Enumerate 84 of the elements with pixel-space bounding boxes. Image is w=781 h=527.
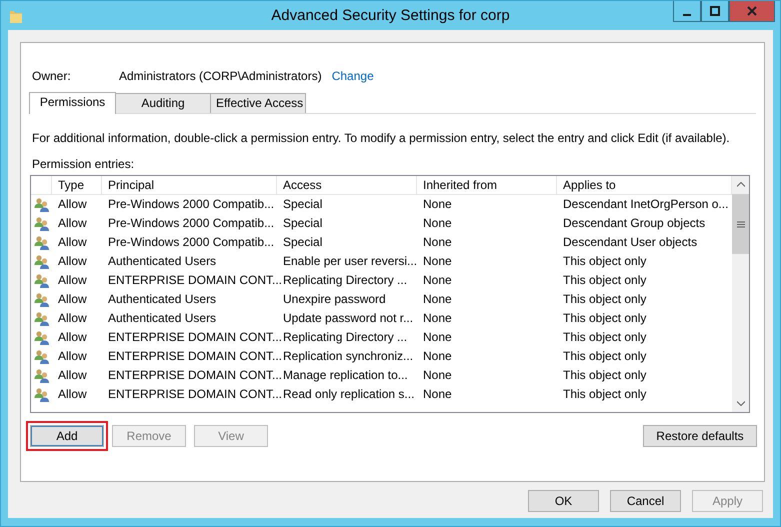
table-cell-text: This object only (562, 272, 648, 289)
users-icon (34, 216, 50, 232)
table-cell-text: This object only (562, 367, 648, 384)
table-cell-text: Allow (57, 253, 88, 270)
minimize-button[interactable] (673, 1, 701, 22)
table-cell-text: Pre-Windows 2000 Compatib... (107, 234, 276, 251)
table-cell-text: None (422, 310, 453, 327)
column-header[interactable]: Access (277, 176, 417, 195)
table-cell-text: None (422, 367, 453, 384)
info-text: For additional information, double-click a permission entry. To modify a permission entry, select the entry and click Edit (if available). (31, 131, 731, 145)
table-cell-text: Allow (57, 386, 88, 403)
users-icon (34, 348, 50, 364)
dialog-button[interactable]: Cancel (610, 490, 681, 512)
window-title: Advanced Security Settings for corp (271, 7, 510, 24)
users-icon (34, 330, 50, 346)
table-cell-text: None (422, 348, 453, 365)
users-icon (34, 196, 50, 212)
caret-up-icon (736, 182, 744, 187)
table-cell-text: None (422, 234, 453, 251)
table-cell-text: Descendant Group objects (562, 215, 706, 232)
table-cell-text: Pre-Windows 2000 Compatib... (107, 196, 276, 213)
users-icon (34, 254, 50, 270)
table-cell-text: Allow (57, 196, 88, 213)
dialog-button[interactable]: OK (528, 490, 599, 512)
tab[interactable]: Effective Access (210, 93, 306, 113)
close-icon (747, 6, 757, 16)
table-cell-text: Special (282, 234, 324, 251)
table-cell-text: This object only (562, 329, 648, 346)
table-cell-text: Authenticated Users (107, 253, 218, 270)
table-cell-text: None (422, 196, 453, 213)
table-cell-text: This object only (562, 253, 648, 270)
table-cell-text: This object only (562, 310, 648, 327)
table-cell-text: This object only (562, 348, 648, 365)
entries-label: Permission entries: (31, 157, 136, 171)
users-icon (34, 272, 50, 288)
owner-label: Owner: (32, 68, 72, 82)
table-cell-text: Unexpire password (282, 291, 387, 308)
users-icon (34, 234, 50, 250)
table-cell-text: Special (282, 215, 324, 232)
maximize-icon (710, 6, 720, 16)
column-header[interactable]: Type (52, 176, 102, 195)
table-cell-text: None (422, 386, 453, 403)
table-cell-text: Pre-Windows 2000 Compatib... (107, 215, 276, 232)
table-cell-text: This object only (562, 386, 648, 403)
column-header[interactable]: Principal (102, 176, 277, 195)
table-cell-text: None (422, 272, 453, 289)
table-cell-text: Allow (57, 291, 88, 308)
scroll-thumb[interactable] (732, 194, 749, 254)
restore-defaults-button[interactable]: Restore defaults (643, 425, 757, 447)
table-cell-text: None (422, 253, 453, 270)
table-cell-text: None (422, 215, 453, 232)
table-cell-text: None (422, 291, 453, 308)
owner-value: Administrators (CORP\Administrators) (119, 68, 322, 82)
change-link[interactable]: Change (332, 68, 374, 82)
table-cell-text: Special (282, 196, 324, 213)
users-icon (34, 292, 50, 308)
grip-icon (736, 220, 744, 228)
table-cell-text: Allow (57, 310, 88, 327)
table-cell-text: Descendant InetOrgPerson o... (562, 196, 730, 213)
users-icon (34, 310, 50, 326)
table-cell-text: Allow (57, 272, 88, 289)
users-icon (34, 368, 50, 384)
maximize-button[interactable] (701, 1, 729, 22)
table-cell-text: Authenticated Users (107, 291, 218, 308)
scrollbar[interactable] (732, 176, 749, 412)
column-header[interactable]: Inherited from (417, 176, 557, 195)
users-icon (34, 386, 50, 402)
table-cell-text: Allow (57, 329, 88, 346)
tab[interactable]: Permissions (29, 92, 116, 114)
table-cell-text: Enable per user reversi... (282, 253, 417, 270)
table-cell-text: Authenticated Users (107, 310, 218, 327)
table-cell-text: Update password not r... (282, 310, 414, 327)
table-cell-text: None (422, 329, 453, 346)
table-cell-text: Allow (57, 367, 88, 384)
table-cell-text: Allow (57, 215, 88, 232)
tab[interactable]: Auditing (115, 93, 211, 113)
close-button[interactable] (729, 1, 775, 22)
table-cell-text: Descendant User objects (562, 234, 698, 251)
caret-down-icon (736, 401, 744, 406)
minimize-icon (683, 14, 691, 16)
table-cell-text: Allow (57, 234, 88, 251)
column-header[interactable]: Applies to (557, 176, 732, 195)
table-cell-text: Allow (57, 348, 88, 365)
table-cell-text: This object only (562, 291, 648, 308)
